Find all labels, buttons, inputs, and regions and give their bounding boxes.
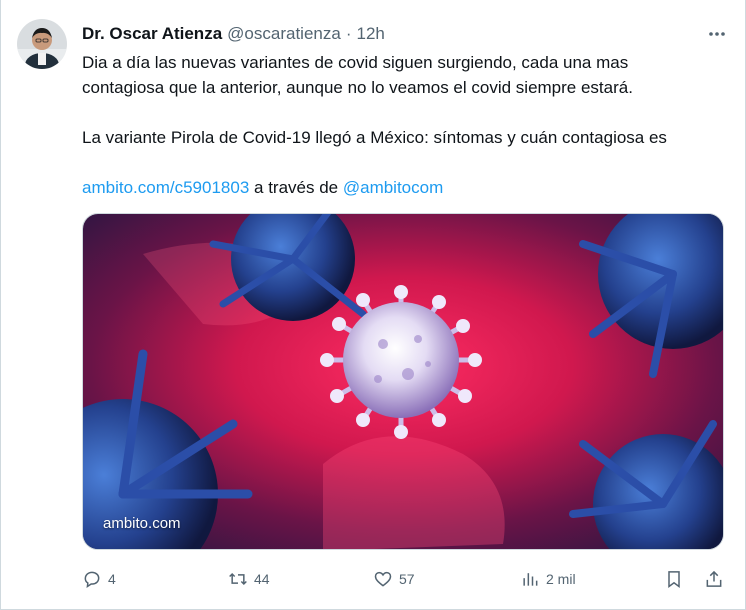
- central-virus-body: [343, 302, 459, 418]
- avatar[interactable]: [17, 19, 67, 69]
- author-handle[interactable]: @oscaratienza: [227, 24, 341, 44]
- tweet-card[interactable]: Dr. Oscar Atienza @oscaratienza · 12h Di…: [0, 0, 746, 610]
- tweet-media[interactable]: ambito.com: [82, 213, 724, 550]
- share-button[interactable]: [704, 566, 724, 592]
- more-button[interactable]: [705, 22, 729, 46]
- views-chart-icon: [523, 573, 538, 586]
- coronavirus-image: [83, 214, 723, 549]
- like-button[interactable]: 57: [373, 566, 415, 592]
- author-display-name[interactable]: Dr. Oscar Atienza: [82, 24, 222, 44]
- retweet-button[interactable]: 44: [228, 566, 270, 592]
- bookmark-icon: [668, 571, 680, 588]
- action-bar: 4 44 57 2 mil: [82, 566, 727, 592]
- view-count: 2 mil: [546, 571, 576, 587]
- share-icon: [706, 570, 722, 587]
- tweet-headline: La variante Pirola de Covid-19 llegó a M…: [82, 128, 667, 147]
- views-button[interactable]: 2 mil: [520, 566, 576, 592]
- reply-icon: [84, 571, 100, 589]
- like-count: 57: [399, 571, 415, 587]
- more-dots-icon: [709, 32, 725, 36]
- retweet-count: 44: [254, 571, 270, 587]
- tweet-line-1: Dia a día las nuevas variantes de covid …: [82, 53, 629, 72]
- avatar-photo: [17, 19, 67, 69]
- via-mention[interactable]: @ambitocom: [343, 178, 443, 197]
- tweet-header: Dr. Oscar Atienza @oscaratienza · 12h: [82, 23, 385, 45]
- reply-count: 4: [108, 571, 116, 587]
- heart-icon: [374, 571, 392, 587]
- separator-dot: ·: [345, 24, 352, 43]
- article-link[interactable]: ambito.com/c5901803: [82, 178, 249, 197]
- tweet-line-2: contagiosa que la anterior, aunque no lo…: [82, 78, 633, 97]
- media-watermark: ambito.com: [103, 515, 181, 532]
- retweet-icon: [229, 572, 247, 586]
- via-text: a través de: [254, 178, 339, 197]
- bookmark-button[interactable]: [664, 566, 684, 592]
- reply-button[interactable]: 4: [82, 566, 116, 592]
- tweet-link-line: ambito.com/c5901803 a través de @ambitoc…: [82, 175, 732, 200]
- tweet-timestamp[interactable]: 12h: [356, 24, 384, 44]
- tweet-text: Dia a día las nuevas variantes de covid …: [82, 50, 732, 200]
